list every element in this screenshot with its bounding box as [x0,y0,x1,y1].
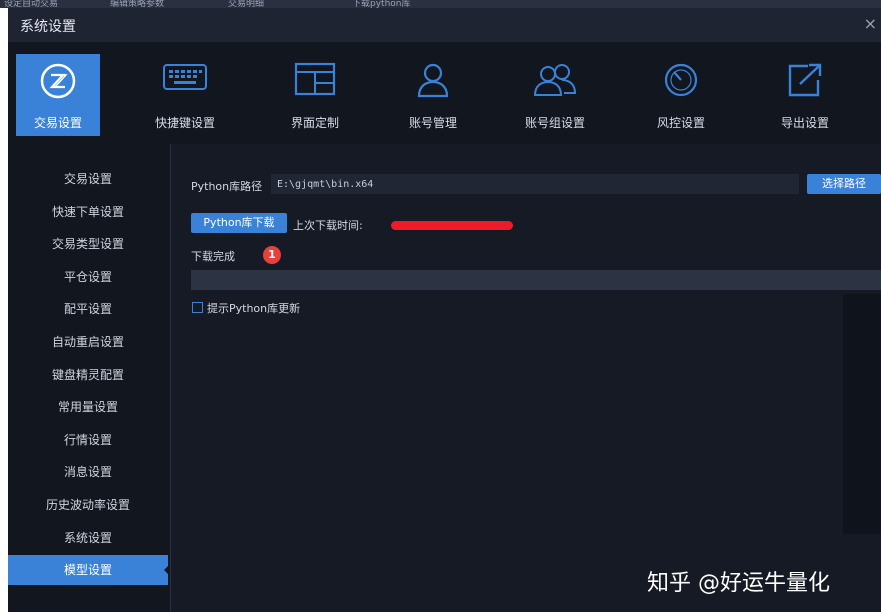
sidebar-item-model-settings[interactable]: 模型设置 [8,555,169,585]
trade-logo-icon [39,62,77,104]
sidebar-item-keyboard-wizard[interactable]: 键盘精灵配置 [8,360,168,390]
watermark-text: 知乎 @好运牛量化 [647,571,830,596]
users-icon [532,62,578,102]
select-path-button[interactable]: 选择路径 [807,174,881,194]
sidebar-item-historical-volatility[interactable]: 历史波动率设置 [8,490,168,520]
toolbar-item-export-settings[interactable]: 导出设置 [760,54,850,136]
sidebar-item-auto-restart[interactable]: 自动重启设置 [8,327,168,357]
annotation-badge: 1 [263,246,281,264]
sidebar-item-quick-order[interactable]: 快速下单设置 [8,197,168,227]
redaction-mark [391,221,513,230]
update-prompt-label: 提示Python库更新 [207,302,301,315]
model-settings-panel: Python库路径 选择路径 Python库下载 上次下载时间: 下载完成 1 … [171,144,881,612]
toolbar-item-label: 风控设置 [656,116,705,130]
dialog-title: 系统设置 [20,19,76,35]
toolbar-item-account-group-settings[interactable]: 账号组设置 [510,54,600,136]
toolbar-item-label: 界面定制 [290,116,339,130]
gauge-icon [663,62,699,102]
python-download-button[interactable]: Python库下载 [191,213,287,233]
background-tab-text: 设定自动交易 [4,0,59,8]
background-tab-text: 下载python库 [352,0,411,8]
download-progress-fill [191,270,881,290]
sidebar-item-market-data[interactable]: 行情设置 [8,425,168,455]
toolbar-item-layout-customize[interactable]: 界面定制 [270,54,360,136]
background-tab-text: 交易明细 [228,0,265,8]
download-status-text: 下载完成 [191,250,235,263]
close-icon[interactable]: × [864,14,877,33]
sidebar-item-common-quantity[interactable]: 常用量设置 [8,392,168,422]
sidebar-item-system[interactable]: 系统设置 [8,523,168,553]
sidebar-item-messages[interactable]: 消息设置 [8,457,168,487]
python-path-input[interactable] [271,174,799,194]
dialog-titlebar[interactable]: 系统设置 × [8,8,881,42]
system-settings-dialog: 系统设置 × 交易设置 快捷键设置 界面定制 账号管理 账号组设置 风控设置 导… [8,8,881,612]
update-prompt-checkbox[interactable] [192,302,203,313]
download-progress-bar [191,270,881,290]
toolbar-item-hotkey-settings[interactable]: 快捷键设置 [140,54,230,136]
settings-sidebar: 交易设置 快速下单设置 交易类型设置 平仓设置 配平设置 自动重启设置 键盘精灵… [8,144,171,612]
toolbar-item-trade-settings[interactable]: 交易设置 [16,54,100,136]
settings-category-toolbar: 交易设置 快捷键设置 界面定制 账号管理 账号组设置 风控设置 导出设置 [8,42,881,144]
sidebar-item-balance[interactable]: 配平设置 [8,294,168,324]
toolbar-item-label: 导出设置 [780,116,829,130]
sidebar-item-close-position[interactable]: 平仓设置 [8,262,168,292]
sidebar-item-trade-type[interactable]: 交易类型设置 [8,229,168,259]
keyboard-icon [162,62,208,96]
python-path-label: Python库路径 [191,180,263,193]
toolbar-item-account-management[interactable]: 账号管理 [388,54,478,136]
panel-shadow-area [843,294,881,534]
background-tab-text: 编辑策略参数 [110,0,165,8]
sidebar-item-trade-settings[interactable]: 交易设置 [8,164,168,194]
toolbar-item-label: 账号管理 [408,116,457,130]
last-download-time-label: 上次下载时间: [293,219,363,232]
user-icon [415,62,451,102]
toolbar-item-label: 快捷键设置 [154,116,215,130]
toolbar-item-label: 账号组设置 [524,116,585,130]
layout-icon [294,62,336,100]
toolbar-item-label: 交易设置 [33,116,82,130]
export-icon [786,62,824,102]
background-app-strip: 设定自动交易 编辑策略参数 交易明细 下载python库 [0,0,881,8]
toolbar-item-risk-control-settings[interactable]: 风控设置 [636,54,726,136]
